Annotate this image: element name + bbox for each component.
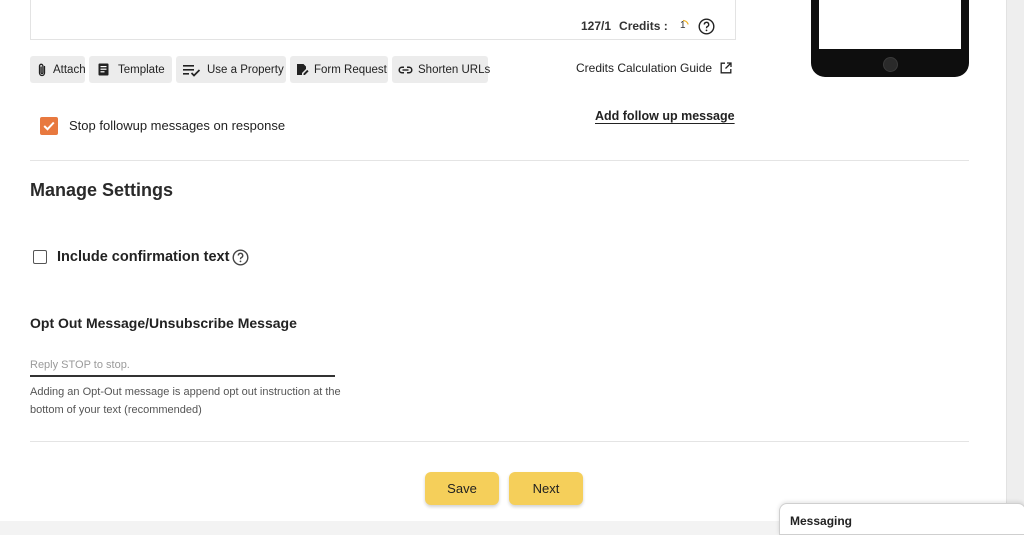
link-icon xyxy=(398,65,413,74)
include-confirmation-checkbox[interactable] xyxy=(33,250,47,264)
playlist-check-icon xyxy=(183,64,201,77)
phone-home-button xyxy=(883,57,898,72)
shorten-urls-label: Shorten URLs xyxy=(418,63,491,76)
manage-settings-title: Manage Settings xyxy=(30,180,174,200)
stop-followup-checkbox[interactable] xyxy=(40,117,58,135)
form-request-button[interactable]: Form Request xyxy=(290,56,388,83)
attach-label: Attach xyxy=(53,63,86,76)
messaging-chat-panel[interactable]: Messaging xyxy=(779,503,1024,535)
character-count: 127/1 xyxy=(581,19,612,33)
phone-preview xyxy=(811,0,969,77)
help-icon[interactable] xyxy=(698,17,715,35)
template-icon xyxy=(98,63,109,76)
section-divider xyxy=(30,441,969,442)
stop-followup-label: Stop followup messages on response xyxy=(69,118,286,133)
optout-message-input[interactable] xyxy=(30,355,335,377)
template-label: Template xyxy=(118,63,165,76)
optout-message-title: Opt Out Message/Unsubscribe Message xyxy=(30,315,297,331)
checkmark-icon xyxy=(43,121,55,131)
save-button[interactable]: Save xyxy=(425,472,499,505)
phone-screen xyxy=(819,0,961,49)
message-counter: 127/1 Credits : 1 xyxy=(581,17,715,35)
credits-guide-label: Credits Calculation Guide xyxy=(576,61,713,75)
scrollbar-track[interactable] xyxy=(1006,0,1024,521)
credits-calculation-guide-link[interactable]: Credits Calculation Guide xyxy=(576,61,732,75)
credits-label: Credits : xyxy=(619,19,668,33)
use-property-button[interactable]: Use a Property xyxy=(176,56,286,83)
include-confirmation-label: Include confirmation text xyxy=(57,249,230,265)
shorten-urls-button[interactable]: Shorten URLs xyxy=(392,56,491,83)
external-link-icon xyxy=(720,62,732,74)
credits-ring-icon xyxy=(682,19,689,25)
use-property-label: Use a Property xyxy=(207,63,284,76)
credits-indicator: 1 xyxy=(676,19,690,33)
section-divider xyxy=(30,160,969,161)
paperclip-icon xyxy=(38,63,46,76)
add-followup-message-link[interactable]: Add follow up message xyxy=(595,109,735,123)
attach-button[interactable]: Attach xyxy=(30,56,86,83)
page-content: 127/1 Credits : 1 Attach Template Use a … xyxy=(0,0,1006,521)
form-edit-icon xyxy=(297,64,309,75)
messaging-panel-title: Messaging xyxy=(790,514,853,528)
form-request-label: Form Request xyxy=(314,63,387,76)
optout-help-text: Adding an Opt-Out message is append opt … xyxy=(30,386,341,416)
template-button[interactable]: Template xyxy=(89,56,172,83)
confirmation-help-icon[interactable] xyxy=(232,249,249,271)
next-button[interactable]: Next xyxy=(509,472,583,505)
